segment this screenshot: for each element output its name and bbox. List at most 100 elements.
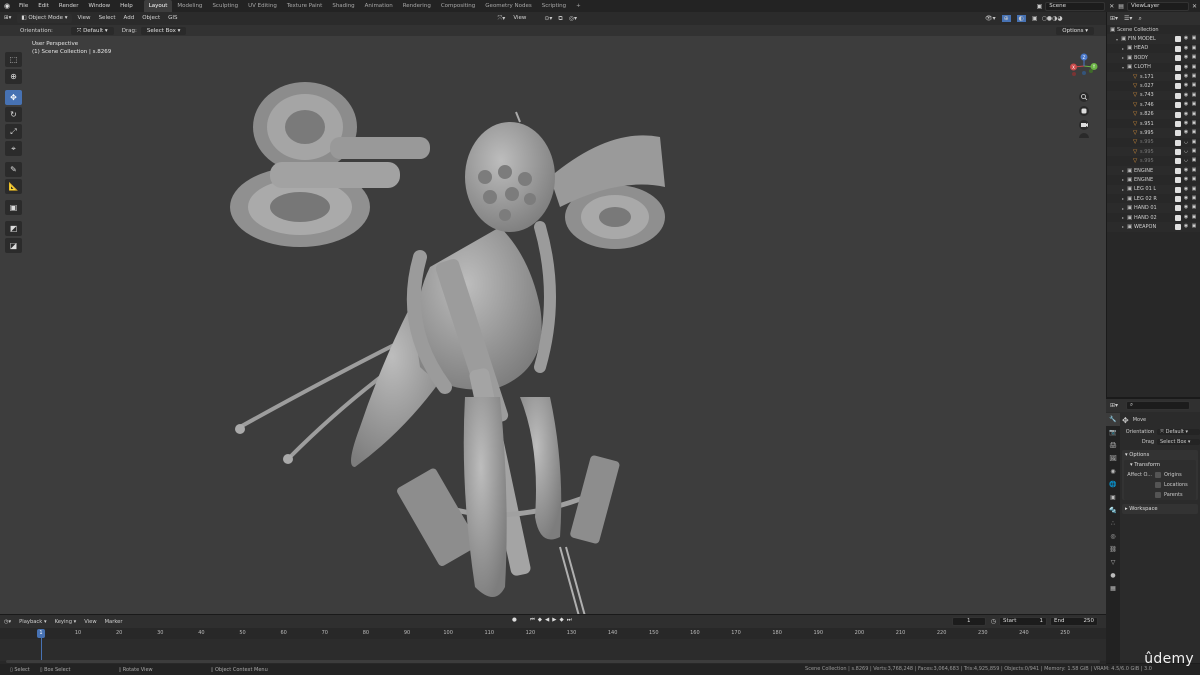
- render-camera-icon[interactable]: ▣: [1190, 101, 1198, 109]
- jump-start-icon[interactable]: ⏮: [530, 617, 535, 624]
- parents-checkbox[interactable]: [1155, 492, 1161, 498]
- outliner-item[interactable]: ▽ s.995 ◉ ▣: [1107, 128, 1200, 138]
- render-camera-icon[interactable]: ▣: [1190, 129, 1198, 137]
- eye-icon[interactable]: ◉: [1182, 176, 1190, 184]
- eye-icon[interactable]: ◉: [1182, 82, 1190, 90]
- camera-view-icon[interactable]: [1079, 120, 1089, 130]
- render-camera-icon[interactable]: ▣: [1190, 214, 1198, 222]
- outliner-item[interactable]: ▸ ▣ ENGINE ◉ ▣: [1107, 175, 1200, 184]
- menu-window[interactable]: Window: [83, 0, 115, 12]
- tab-uv-editing[interactable]: UV Editing: [243, 0, 282, 12]
- eye-icon[interactable]: ◉: [1182, 45, 1190, 53]
- zoom-icon[interactable]: [1079, 92, 1089, 102]
- tab-geometry-nodes[interactable]: Geometry Nodes: [480, 0, 536, 12]
- tool-tab-icon[interactable]: 🔧: [1106, 413, 1120, 426]
- jump-end-icon[interactable]: ⏭: [567, 617, 572, 624]
- end-frame-field[interactable]: End 250: [1050, 617, 1098, 626]
- move-tool-icon[interactable]: ✥: [5, 90, 22, 105]
- extrude-tool-icon[interactable]: ◪: [5, 238, 22, 253]
- outliner-item[interactable]: ▽ s.995 ◡ ▣: [1107, 156, 1200, 165]
- outliner-item[interactable]: ▸ ▣ HAND 02 ◉ ▣: [1107, 213, 1200, 222]
- exclude-checkbox[interactable]: [1175, 158, 1181, 165]
- menu-gis[interactable]: GIS: [164, 12, 181, 25]
- play-reverse-icon[interactable]: ◀: [545, 617, 549, 624]
- transform-panel-header[interactable]: ▾ Transform: [1124, 460, 1196, 470]
- render-camera-icon[interactable]: ▣: [1190, 176, 1198, 184]
- visibility-icon[interactable]: 👁▾: [985, 15, 996, 22]
- eye-icon[interactable]: ◉: [1182, 195, 1190, 203]
- outliner-item[interactable]: ▽ s.746 ◉ ▣: [1107, 100, 1200, 109]
- object-tab-icon[interactable]: ▣: [1106, 491, 1120, 504]
- eye-closed-icon[interactable]: ◡: [1182, 139, 1190, 147]
- render-camera-icon[interactable]: ▣: [1190, 45, 1198, 53]
- view-layer-field[interactable]: ViewLayer: [1126, 1, 1189, 11]
- render-camera-icon[interactable]: ▣: [1190, 120, 1198, 128]
- exclude-checkbox[interactable]: [1175, 224, 1181, 231]
- rotate-tool-icon[interactable]: ↻: [5, 107, 22, 122]
- material-tab-icon[interactable]: ●: [1106, 569, 1120, 582]
- outliner-item[interactable]: ▸ ▣ WEAPON ◉ ▣: [1107, 222, 1200, 232]
- outliner-item[interactable]: ▸ ▣ LEG 01 L ◉ ▣: [1107, 184, 1200, 195]
- tab-shading[interactable]: Shading: [327, 0, 359, 12]
- options-panel-header[interactable]: ▾ Options: [1122, 450, 1198, 460]
- annotate-tool-icon[interactable]: ✎: [5, 162, 22, 177]
- overlay-toggle-icon[interactable]: ◐: [1016, 15, 1026, 22]
- editor-type-icon[interactable]: ◷▾: [0, 619, 15, 625]
- editor-type-icon[interactable]: ⊞▾: [1110, 15, 1118, 22]
- tab-animation[interactable]: Animation: [360, 0, 398, 12]
- render-camera-icon[interactable]: ▣: [1190, 92, 1198, 100]
- search-icon[interactable]: ⌕: [1138, 15, 1141, 23]
- tab-compositing[interactable]: Compositing: [436, 0, 480, 12]
- eye-icon[interactable]: ◉: [1182, 186, 1190, 194]
- outliner-item[interactable]: ▽ s.743 ◉ ▣: [1107, 90, 1200, 101]
- timeline-scrollbar[interactable]: [6, 660, 1100, 663]
- pan-hand-icon[interactable]: [1079, 106, 1089, 116]
- physics-tab-icon[interactable]: ◎: [1106, 530, 1120, 543]
- exclude-checkbox[interactable]: [1175, 64, 1181, 71]
- exclude-checkbox[interactable]: [1175, 205, 1181, 212]
- timeline-ruler[interactable]: 10 20 30 40 50 60 70 80 90 100 110 120 130 140 150 160 1…: [0, 628, 1106, 638]
- next-keyframe-icon[interactable]: ◆: [559, 617, 563, 624]
- origins-checkbox[interactable]: [1155, 472, 1161, 478]
- measure-tool-icon[interactable]: 📐: [5, 179, 22, 194]
- menu-file[interactable]: File: [14, 0, 33, 12]
- drag-dropdown[interactable]: Select Box ▾: [1157, 439, 1200, 445]
- exclude-checkbox[interactable]: [1175, 214, 1181, 221]
- drag-dropdown[interactable]: Select Box ▾: [140, 26, 187, 35]
- menu-object[interactable]: Object: [138, 12, 164, 25]
- blender-logo-icon[interactable]: ◉: [0, 0, 14, 12]
- close-icon[interactable]: ✕: [1192, 3, 1197, 10]
- render-camera-icon[interactable]: ▣: [1190, 204, 1198, 212]
- playhead[interactable]: 1: [37, 629, 45, 638]
- eye-icon[interactable]: ◉: [1182, 35, 1190, 43]
- transform-orientation-icon[interactable]: ⤧▾: [498, 15, 506, 23]
- exclude-checkbox[interactable]: [1175, 149, 1181, 156]
- select-box-tool-icon[interactable]: ⬚: [5, 52, 22, 67]
- scene-tab-icon[interactable]: ◉: [1106, 465, 1120, 478]
- outliner-item[interactable]: ▽ s.171 ◉ ▣: [1107, 71, 1200, 82]
- ortho-grid-icon[interactable]: [1079, 133, 1089, 138]
- menu-view[interactable]: View: [80, 619, 100, 625]
- scale-tool-icon[interactable]: ⤢: [5, 124, 22, 139]
- tab-modeling[interactable]: Modeling: [172, 0, 207, 12]
- character-model[interactable]: [220, 67, 680, 614]
- exclude-checkbox[interactable]: [1175, 120, 1181, 127]
- render-camera-icon[interactable]: ▣: [1190, 73, 1198, 81]
- mode-dropdown[interactable]: ◧ Object Mode ▾: [17, 14, 72, 23]
- add-cube-tool-icon[interactable]: ▣: [5, 200, 22, 215]
- scene-field[interactable]: Scene: [1045, 1, 1106, 11]
- render-tab-icon[interactable]: 📷: [1106, 426, 1120, 439]
- gizmo-toggle-icon[interactable]: ⊕: [1001, 15, 1011, 22]
- locations-checkbox[interactable]: [1155, 482, 1161, 488]
- menu-view[interactable]: View: [74, 12, 95, 25]
- render-camera-icon[interactable]: ▣: [1190, 186, 1198, 194]
- current-frame-field[interactable]: 1: [951, 617, 986, 626]
- modifier-tab-icon[interactable]: 🔩: [1106, 504, 1120, 517]
- outliner-item[interactable]: ▸ ▣ HAND 01 ◉ ▣: [1107, 203, 1200, 213]
- eye-icon[interactable]: ◉: [1182, 64, 1190, 72]
- workspace-panel-header[interactable]: ▸ Workspace: [1122, 504, 1198, 514]
- menu-edit[interactable]: Edit: [33, 0, 54, 12]
- properties-search-field[interactable]: ⌕: [1126, 401, 1191, 410]
- scene-collection-row[interactable]: ▣ Scene Collection: [1107, 25, 1200, 34]
- world-tab-icon[interactable]: 🌐: [1106, 478, 1120, 491]
